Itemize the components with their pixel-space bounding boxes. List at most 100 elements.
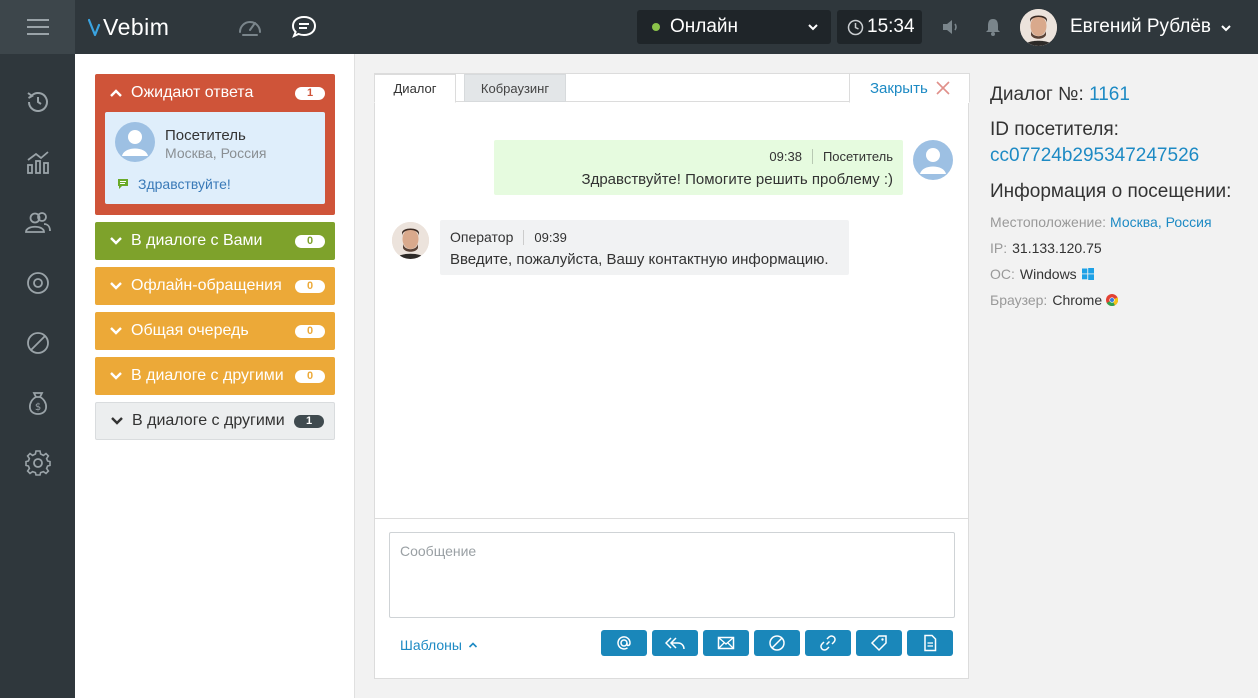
close-icon <box>936 81 950 95</box>
at-icon <box>617 636 631 650</box>
chevron-down-icon[interactable] <box>1220 22 1232 34</box>
os-row: ОС: Windows <box>990 266 1250 282</box>
queue-header[interactable]: В диалоге с Вами 0 <box>95 222 335 260</box>
message-author: Оператор <box>450 229 514 245</box>
ban-icon[interactable] <box>24 329 52 357</box>
tab-dialog[interactable]: Диалог <box>374 74 456 103</box>
queue-label: Офлайн-обращения <box>131 277 282 294</box>
speedometer-icon[interactable] <box>236 13 264 41</box>
message-text: Здравствуйте! Помогите решить проблему :… <box>581 171 893 188</box>
queue-with-others[interactable]: В диалоге с другими 0 <box>95 357 335 395</box>
tag-button[interactable] <box>856 630 902 656</box>
dialog-panel: Диалог Кобраузинг Закрыть 09:38 Посетите… <box>374 73 970 679</box>
message-meta: 09:38 Посетитель <box>769 149 893 164</box>
gear-icon[interactable] <box>24 449 52 477</box>
templates-label: Шаблоны <box>400 637 462 653</box>
email-button[interactable] <box>703 630 749 656</box>
chevron-down-icon <box>808 24 818 31</box>
visitor-info-panel: Диалог №: 1161 ID посетителя: cc07724b29… <box>990 84 1250 318</box>
divider <box>375 518 968 519</box>
file-icon <box>924 634 937 652</box>
ban-icon <box>769 635 785 651</box>
user-name[interactable]: Евгений Рублёв <box>1070 16 1211 38</box>
close-dialog-button[interactable]: Закрыть <box>849 73 970 103</box>
queue-with-others-2[interactable]: В диалоге с другими 1 <box>95 402 335 440</box>
left-nav: $ <box>0 54 75 698</box>
queue-header[interactable]: Ожидают ответа 1 <box>95 74 335 112</box>
os-label: ОС: <box>990 266 1015 282</box>
sound-icon[interactable] <box>940 16 962 38</box>
queue-count-badge: 0 <box>295 280 325 293</box>
message-operator: Оператор 09:39 Введите, пожалуйста, Вашу… <box>440 220 849 275</box>
stats-icon[interactable] <box>24 148 52 176</box>
chevron-up-icon <box>110 89 122 97</box>
online-dot-icon <box>652 23 660 31</box>
tab-cobrowsing[interactable]: Кобраузинг <box>464 74 566 102</box>
visitor-location: Москва, Россия <box>165 145 267 161</box>
chevron-down-icon <box>111 417 123 425</box>
visitor-last-message-text: Здравствуйте! <box>138 176 231 192</box>
queue-count-badge: 0 <box>295 370 325 383</box>
message-meta: Оператор 09:39 <box>450 229 567 245</box>
queue-header[interactable]: В диалоге с другими 0 <box>95 357 335 395</box>
status-label: Онлайн <box>670 16 739 37</box>
user-avatar[interactable] <box>1020 9 1057 46</box>
templates-dropdown[interactable]: Шаблоны <box>400 637 478 653</box>
browser-label: Браузер: <box>990 292 1048 308</box>
reply-all-button[interactable] <box>652 630 698 656</box>
chat-bubble-icon[interactable] <box>290 13 318 41</box>
queue-common[interactable]: Общая очередь 0 <box>95 312 335 350</box>
close-dialog-label: Закрыть <box>870 79 928 97</box>
visitor-name: Посетитель <box>165 127 246 144</box>
ip-label: IP: <box>990 240 1008 256</box>
queue-header[interactable]: Офлайн-обращения 0 <box>95 267 335 305</box>
message-visitor: 09:38 Посетитель Здравствуйте! Помогите … <box>494 140 903 195</box>
money-bag-icon[interactable]: $ <box>24 389 52 417</box>
message-author: Посетитель <box>822 149 893 164</box>
reply-all-icon <box>665 637 685 650</box>
visitor-last-message: Здравствуйте! <box>117 176 231 192</box>
status-select[interactable]: Онлайн <box>637 10 831 44</box>
queue-count-badge: 0 <box>295 235 325 248</box>
clock: 15:34 <box>837 10 922 44</box>
queue-label: В диалоге с другими <box>132 412 285 429</box>
queue-awaiting[interactable]: Ожидают ответа 1 Посетитель Москва, Росс… <box>95 74 335 215</box>
visitor-card[interactable]: Посетитель Москва, Россия Здравствуйте! <box>105 112 325 204</box>
bell-icon[interactable] <box>984 17 1002 37</box>
queue-header[interactable]: В диалоге с другими 1 <box>96 403 334 439</box>
location-label: Местоположение: <box>990 214 1107 230</box>
visitor-avatar <box>115 122 155 162</box>
queue-offline[interactable]: Офлайн-обращения 0 <box>95 267 335 305</box>
queue-count-badge: 1 <box>294 415 324 428</box>
location-link[interactable]: Москва, Россия <box>1110 214 1212 230</box>
queue-header[interactable]: Общая очередь 0 <box>95 312 335 350</box>
clock-time: 15:34 <box>867 16 915 37</box>
menu-icon[interactable] <box>0 0 75 54</box>
svg-text:$: $ <box>35 402 41 413</box>
dialog-number-label: Диалог №: <box>990 84 1084 105</box>
logo: Vebim <box>88 13 169 41</box>
visitor-avatar <box>913 140 953 180</box>
message-input[interactable] <box>389 532 955 618</box>
dialog-number[interactable]: 1161 <box>1089 84 1130 105</box>
queue-in-dialog-with-you[interactable]: В диалоге с Вами 0 <box>95 222 335 260</box>
queue-count-badge: 0 <box>295 325 325 338</box>
attach-file-button[interactable] <box>907 630 953 656</box>
logo-text: Vebim <box>103 13 170 40</box>
visitor-id-label: ID посетителя: <box>990 119 1119 140</box>
ban-visitor-button[interactable] <box>754 630 800 656</box>
lifebuoy-icon[interactable] <box>24 269 52 297</box>
users-icon[interactable] <box>24 209 52 237</box>
mention-button[interactable] <box>601 630 647 656</box>
visitor-id[interactable]: cc07724b295347247526 <box>990 145 1250 167</box>
envelope-icon <box>717 636 735 650</box>
send-link-button[interactable] <box>805 630 851 656</box>
history-icon[interactable] <box>24 88 52 116</box>
queue-label: В диалоге с Вами <box>131 232 263 249</box>
chevron-down-icon <box>110 237 122 245</box>
message-time: 09:39 <box>534 229 567 245</box>
queue-panel: Ожидают ответа 1 Посетитель Москва, Росс… <box>75 54 355 698</box>
queue-label: Общая очередь <box>131 322 249 339</box>
chrome-icon <box>1106 294 1119 306</box>
location-row: Местоположение: Москва, Россия <box>990 214 1250 230</box>
